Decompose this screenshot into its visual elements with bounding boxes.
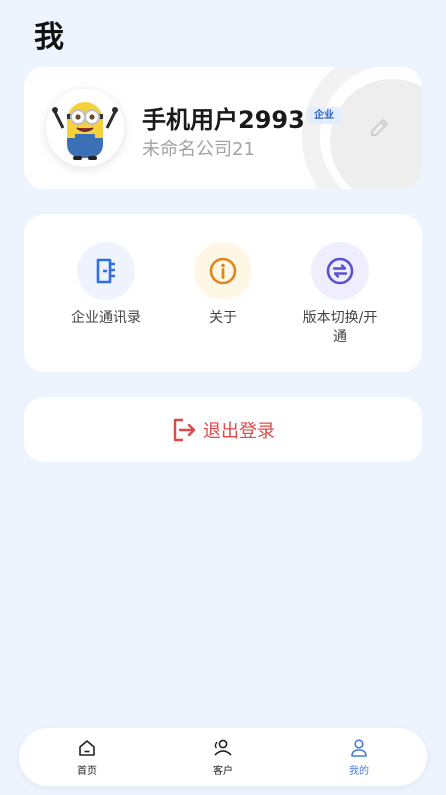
tab-label: 客户 <box>213 766 233 777</box>
user-name: 手机用户2993 <box>142 106 305 134</box>
tab-label: 我的 <box>349 766 369 777</box>
menu-icon-bg <box>311 242 369 300</box>
menu-card: 企业通讯录 关于 版本切换/开通 <box>24 214 422 372</box>
edit-pencil-icon[interactable] <box>368 115 392 139</box>
company-name: 未命名公司21 <box>142 139 255 160</box>
profile-icon <box>351 739 367 757</box>
logout-button[interactable]: 退出登录 <box>24 397 422 462</box>
info-icon <box>209 257 237 285</box>
tab-customers[interactable]: 客户 <box>193 738 253 777</box>
menu-item-about[interactable]: 关于 <box>168 242 278 328</box>
tab-label: 首页 <box>77 766 97 777</box>
page-title: 我 <box>34 20 64 55</box>
contact-book-icon <box>96 258 115 284</box>
tab-home[interactable]: 首页 <box>57 738 117 777</box>
profile-card[interactable]: 手机用户2993 企业 未命名公司21 <box>24 67 422 189</box>
home-icon <box>79 740 95 756</box>
menu-item-version-switch[interactable]: 版本切换/开通 <box>285 242 395 347</box>
menu-item-contacts[interactable]: 企业通讯录 <box>51 242 161 328</box>
menu-item-label: 企业通讯录 <box>71 310 141 326</box>
menu-icon-bg <box>77 242 135 300</box>
avatar[interactable] <box>46 89 124 167</box>
enterprise-badge: 企业 <box>307 107 341 124</box>
tab-mine[interactable]: 我的 <box>329 738 389 777</box>
switch-icon <box>326 257 354 285</box>
menu-icon-bg <box>194 242 252 300</box>
menu-item-label: 版本切换/开通 <box>302 310 378 345</box>
minion-avatar-icon <box>52 102 118 160</box>
bottom-tabbar: 首页 客户 我的 <box>19 728 427 786</box>
logout-label: 退出登录 <box>203 420 275 442</box>
logout-icon <box>173 418 196 441</box>
customers-icon <box>214 739 232 756</box>
menu-item-label: 关于 <box>209 310 237 326</box>
